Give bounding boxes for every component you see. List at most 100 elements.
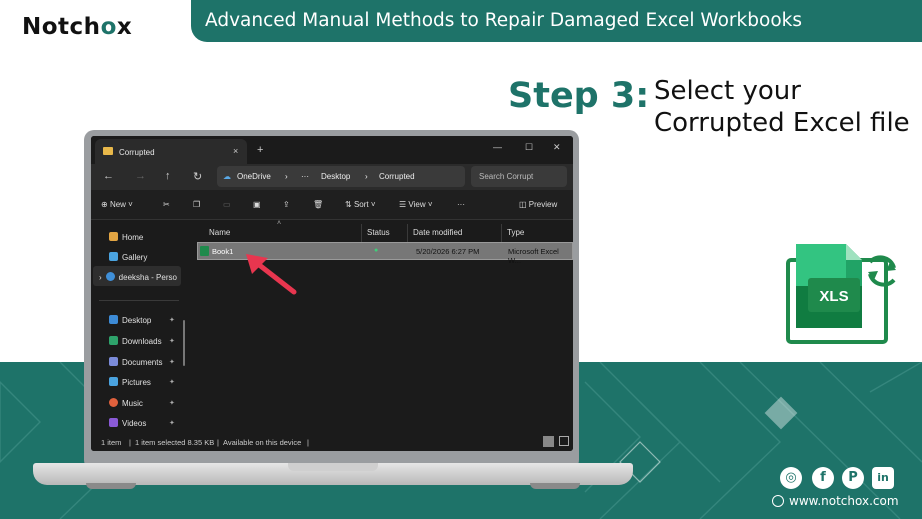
address-bar[interactable]: ☁ OneDrive › ··· Desktop › Corrupted (217, 166, 465, 187)
breadcrumb-onedrive[interactable]: OneDrive (237, 172, 271, 181)
nav-item-music[interactable]: Music (109, 398, 143, 408)
excel-icon-label: XLS (819, 288, 848, 305)
view-label: View (408, 200, 426, 209)
new-tab-button[interactable]: + (257, 144, 263, 156)
linkedin-icon[interactable]: in (872, 467, 894, 489)
page: Notchox Advanced Manual Methods to Repai… (0, 0, 922, 519)
search-placeholder: Search Corrupt (479, 172, 534, 181)
nav-item-onedrive[interactable]: › deeksha - Perso (99, 272, 177, 282)
facebook-icon[interactable]: f (812, 467, 834, 489)
sort-button[interactable]: ⇅ Sort ˅ (345, 200, 376, 209)
maximize-button[interactable]: ☐ (525, 142, 533, 153)
nav-documents-label: Documents (122, 358, 163, 367)
breadcrumb-corrupted[interactable]: Corrupted (379, 172, 415, 181)
availability-status: Available on this device (223, 438, 302, 447)
tab-label: Corrupted (119, 148, 155, 157)
column-type[interactable]: Type (507, 228, 524, 237)
breadcrumb-more[interactable]: ··· (301, 172, 309, 181)
gallery-icon (109, 252, 118, 261)
paste-icon[interactable]: ▭ (223, 200, 231, 209)
nav-item-downloads[interactable]: Downloads (109, 336, 162, 346)
command-bar: ⊕ New ˅ ✂ ❐ ▭ ▣ ⇪ 🗑 ⇅ Sort ˅ ☰ View ˅ ··… (91, 190, 573, 220)
cloud-icon (105, 272, 115, 281)
copy-icon[interactable]: ❐ (193, 200, 200, 209)
rename-icon[interactable]: ▣ (253, 200, 261, 209)
website-text: www.notchox.com (789, 494, 899, 508)
nav-item-videos[interactable]: Videos (109, 418, 146, 428)
back-arrow-icon[interactable]: ← (103, 170, 114, 182)
nav-item-documents[interactable]: Documents (109, 357, 162, 367)
nav-pictures-label: Pictures (122, 378, 151, 387)
preview-button[interactable]: ◫ Preview (519, 200, 557, 209)
close-tab-icon[interactable]: × (233, 146, 238, 156)
minimize-button[interactable]: — (493, 142, 502, 152)
column-status[interactable]: Status (367, 228, 390, 237)
pin-icon: ✦ (169, 400, 175, 407)
column-divider[interactable] (501, 224, 502, 242)
item-count: 1 item (101, 438, 122, 447)
file-explorer-window: Corrupted × + — ☐ ✕ ← → ↑ ↻ ☁ OneDrive ›… (91, 136, 573, 451)
selection-info: 1 item selected 8.35 KB (135, 438, 215, 447)
scrollbar[interactable] (183, 320, 185, 366)
more-options-button[interactable]: ··· (457, 200, 465, 209)
breadcrumb-desktop[interactable]: Desktop (321, 172, 350, 181)
sort-caret-icon: ˄ (277, 220, 282, 227)
status-bar: 1 item | 1 item selected 8.35 KB | Avail… (91, 433, 573, 451)
nav-onedrive-label: deeksha - Perso (118, 273, 177, 282)
laptop-notch (288, 463, 378, 471)
share-icon[interactable]: ⇪ (283, 200, 290, 209)
view-button[interactable]: ☰ View ˅ (399, 200, 433, 209)
new-button[interactable]: ⊕ New ˅ (101, 200, 133, 209)
pictures-icon (109, 377, 118, 386)
nav-home-label: Home (122, 233, 144, 242)
logo-accent: o (100, 14, 117, 40)
file-type: Microsoft Excel W... (508, 247, 559, 265)
step-label: Step 3: (508, 76, 650, 116)
chevron-right-icon: › (99, 273, 102, 282)
website-link[interactable]: www.notchox.com (772, 494, 899, 508)
desktop-icon (109, 315, 118, 324)
excel-file-icon (200, 246, 209, 256)
navigation-pane: Home Gallery › deeksha - Perso Desktop ✦ … (91, 220, 187, 433)
up-arrow-icon[interactable]: ↑ (165, 170, 171, 182)
close-window-button[interactable]: ✕ (553, 142, 561, 153)
tab-corrupted[interactable]: Corrupted × (95, 139, 247, 164)
search-input[interactable]: Search Corrupt (471, 166, 567, 187)
globe-icon (772, 495, 784, 507)
pin-icon: ✦ (169, 420, 175, 427)
tab-bar: Corrupted × + — ☐ ✕ (91, 136, 573, 164)
pin-icon: ✦ (169, 338, 175, 345)
pin-icon: ✦ (169, 379, 175, 386)
instagram-icon[interactable]: ◎ (780, 467, 802, 489)
synced-status-icon: ● (374, 247, 379, 254)
column-date-modified[interactable]: Date modified (413, 228, 462, 237)
details-view-icon[interactable] (543, 436, 554, 447)
nav-gallery-label: Gallery (122, 253, 148, 262)
column-name[interactable]: Name (209, 228, 230, 237)
nav-item-home[interactable]: Home (109, 232, 143, 242)
step-description: Select your Corrupted Excel file (654, 76, 910, 138)
chevron-right-icon: › (285, 172, 288, 181)
new-label: New (109, 200, 126, 209)
sort-label: Sort (353, 200, 369, 209)
documents-icon (109, 357, 118, 366)
tiles-view-icon[interactable] (559, 436, 569, 446)
column-divider[interactable] (407, 224, 408, 242)
page-title: Advanced Manual Methods to Repair Damage… (191, 0, 922, 42)
file-name: Book1 (212, 247, 234, 256)
forward-arrow-icon[interactable]: → (135, 170, 146, 182)
folder-icon (103, 147, 113, 155)
divider (99, 300, 179, 301)
pinterest-icon[interactable]: P (842, 467, 864, 489)
column-divider[interactable] (361, 224, 362, 242)
navigation-bar: ← → ↑ ↻ ☁ OneDrive › ··· Desktop › Corru… (91, 164, 573, 190)
refresh-icon[interactable]: ↻ (193, 170, 202, 183)
delete-icon[interactable]: 🗑 (313, 200, 323, 209)
nav-item-desktop[interactable]: Desktop (109, 315, 151, 325)
cut-icon[interactable]: ✂ (163, 200, 170, 209)
nav-item-pictures[interactable]: Pictures (109, 377, 151, 387)
nav-item-gallery[interactable]: Gallery (109, 252, 147, 262)
status-separator: | (217, 438, 219, 447)
status-separator: | (129, 438, 131, 447)
status-separator: | (307, 438, 309, 447)
